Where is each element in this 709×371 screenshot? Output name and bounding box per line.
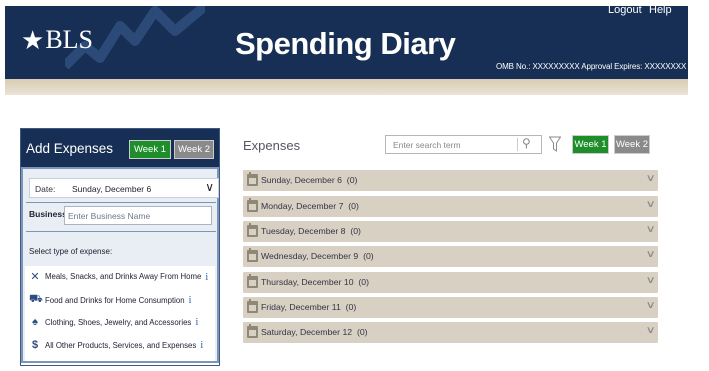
expense-type-label: All Other Products, Services, and Expens… (45, 340, 197, 350)
omb-approval-text: OMB No.: XXXXXXXXX Approval Expires: XXX… (496, 62, 687, 71)
day-row-sunday[interactable]: Sunday, December 6 (0) ∨ (243, 170, 658, 191)
expense-type-label: Clothing, Shoes, Jewelry, and Accessorie… (45, 317, 192, 327)
info-icon[interactable]: i (189, 294, 192, 306)
divider (26, 202, 216, 203)
add-week2-button[interactable]: Week 2 (174, 140, 214, 159)
expense-type-food-home[interactable]: ⛟ Food and Drinks for Home Consumption i (29, 293, 192, 307)
day-label: Thursday, December 10 (0) (261, 277, 369, 287)
chevron-down-icon: ∨ (645, 199, 656, 210)
chevron-down-icon: ∨ (645, 325, 656, 336)
business-name-input[interactable] (64, 206, 212, 225)
date-select[interactable]: Date: Sunday, December 6 ∨ (29, 178, 219, 198)
day-row-thursday[interactable]: Thursday, December 10 (0) ∨ (243, 272, 658, 293)
add-expenses-panel: Add Expenses Week 1 Week 2 Date: Sunday,… (20, 128, 220, 366)
logout-link[interactable]: Logout (608, 6, 642, 16)
day-row-friday[interactable]: Friday, December 11 (0) ∨ (243, 297, 658, 318)
chevron-down-icon: ∨ (645, 300, 656, 311)
calendar-icon (247, 299, 258, 313)
calendar-icon (247, 198, 258, 212)
day-label: Saturday, December 12 (0) (261, 327, 368, 337)
bls-logo: ★ BLS (21, 26, 93, 54)
expense-type-other[interactable]: $ All Other Products, Services, and Expe… (29, 339, 203, 351)
date-label: Date: (35, 184, 56, 194)
chevron-down-icon: ∨ (645, 224, 656, 235)
calendar-icon (247, 274, 258, 288)
logo-text: BLS (45, 25, 93, 54)
search-icon[interactable]: ⚲ (522, 136, 531, 150)
calendar-icon (247, 248, 258, 262)
day-row-saturday[interactable]: Saturday, December 12 (0) ∨ (243, 322, 658, 343)
info-icon[interactable]: i (205, 271, 208, 283)
expense-type-clothing[interactable]: ♠ Clothing, Shoes, Jewelry, and Accessor… (29, 316, 198, 328)
app-title: Spending Diary (235, 26, 456, 61)
day-label: Sunday, December 6 (0) (261, 175, 358, 185)
day-label: Friday, December 11 (0) (261, 302, 357, 312)
add-expenses-title: Add Expenses (26, 141, 114, 156)
info-icon[interactable]: i (195, 316, 198, 328)
chevron-down-icon: ∨ (645, 275, 656, 286)
expenses-title: Expenses (243, 138, 301, 153)
select-type-label: Select type of expense: (29, 247, 113, 256)
chevron-down-icon: ∨ (645, 173, 656, 184)
day-row-tuesday[interactable]: Tuesday, December 8 (0) ∨ (243, 221, 658, 242)
filter-icon[interactable] (549, 136, 561, 152)
search-box: ⚲ (385, 135, 542, 154)
chevron-down-icon: ∨ (645, 249, 656, 260)
day-label: Tuesday, December 8 (0) (261, 226, 361, 236)
divider (517, 138, 518, 151)
app-header: ★ BLS Spending Diary Logout Help OMB No.… (5, 6, 688, 79)
add-expenses-header: Add Expenses Week 1 Week 2 (21, 129, 219, 167)
expenses-week2-button[interactable]: Week 2 (614, 135, 650, 154)
day-row-monday[interactable]: Monday, December 7 (0) ∨ (243, 196, 658, 217)
day-row-wednesday[interactable]: Wednesday, December 9 (0) ∨ (243, 246, 658, 267)
calendar-icon (247, 223, 258, 237)
shirt-icon: ♠ (32, 316, 38, 328)
header-divider-bar (5, 79, 688, 95)
cart-icon: ⛟ (29, 293, 43, 305)
day-label: Wednesday, December 9 (0) (261, 251, 374, 261)
expense-type-list: ✕ Meals, Snacks, and Drinks Away From Ho… (25, 266, 215, 361)
calendar-icon (247, 172, 258, 186)
expense-type-label: Meals, Snacks, and Drinks Away From Home (45, 272, 202, 281)
search-input[interactable] (386, 136, 516, 153)
info-icon[interactable]: i (200, 339, 203, 351)
add-expense-form: Date: Sunday, December 6 ∨ Business: Sel… (21, 167, 219, 363)
expenses-week1-button[interactable]: Week 1 (572, 135, 609, 154)
date-value: Sunday, December 6 (72, 184, 152, 194)
chevron-down-icon: ∨ (205, 180, 214, 194)
divider (26, 231, 216, 232)
expense-type-meals[interactable]: ✕ Meals, Snacks, and Drinks Away From Ho… (29, 270, 208, 284)
calendar-icon (247, 324, 258, 338)
add-week1-button[interactable]: Week 1 (129, 140, 171, 159)
help-link[interactable]: Help (649, 6, 672, 16)
dollar-icon: $ (31, 339, 39, 351)
expense-type-label: Food and Drinks for Home Consumption (45, 295, 185, 305)
day-label: Monday, December 7 (0) (261, 201, 359, 211)
fork-knife-icon: ✕ (30, 271, 40, 283)
bls-star-icon: ★ (21, 25, 45, 55)
